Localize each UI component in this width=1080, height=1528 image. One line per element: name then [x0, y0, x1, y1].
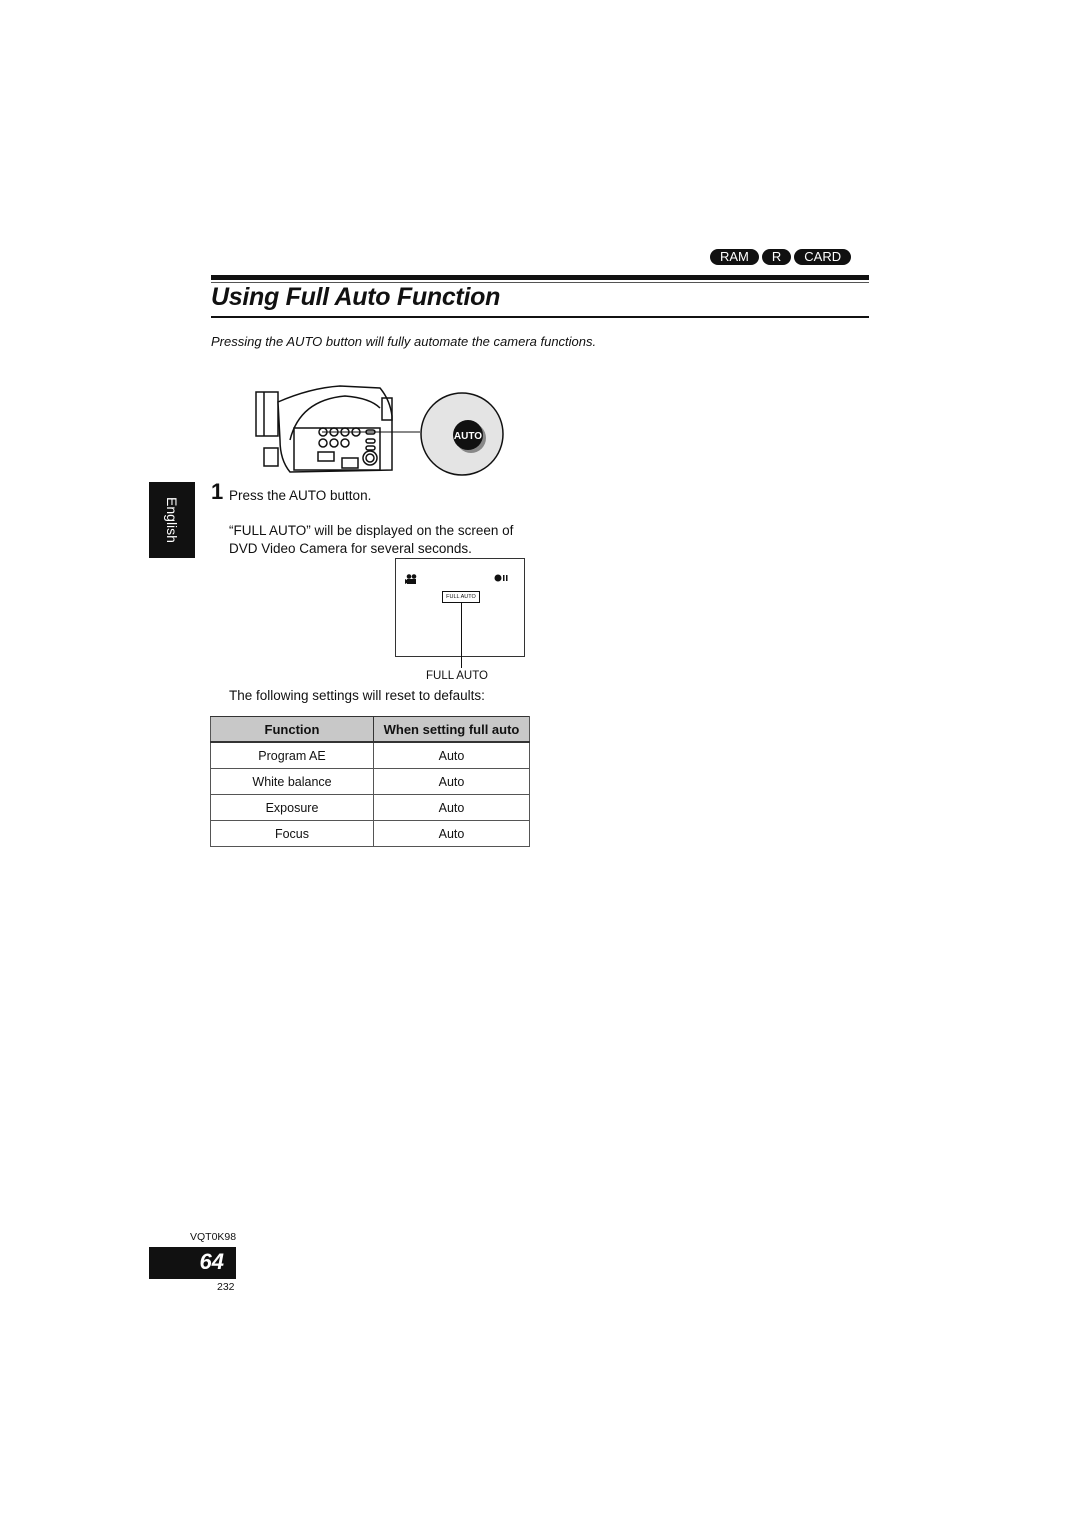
header-rule: [211, 275, 869, 280]
language-tab-label: English: [164, 497, 180, 543]
callout-label: FULL AUTO: [426, 670, 488, 682]
step-note: “FULL AUTO” will be displayed on the scr…: [229, 523, 514, 556]
record-pause-icon: [494, 574, 508, 582]
cell-value: Auto: [373, 768, 530, 795]
cell-function: Program AE: [210, 741, 374, 769]
settings-table: Function When setting full auto Program …: [210, 716, 530, 847]
cell-function: Focus: [210, 820, 374, 847]
cell-value: Auto: [373, 794, 530, 821]
badge-card: CARD: [794, 249, 852, 265]
sub-page-number: 232: [217, 1281, 235, 1293]
page-title: Using Full Auto Function: [211, 283, 501, 311]
auto-button-label: AUTO: [454, 431, 482, 442]
table-row: Exposure Auto: [210, 794, 530, 821]
document-code: VQT0K98: [190, 1231, 237, 1243]
table-row: White balance Auto: [210, 768, 530, 795]
table-row: Program AE Auto: [210, 741, 530, 769]
table-row: Focus Auto: [210, 820, 530, 847]
step-number: 1: [211, 479, 224, 504]
auto-button-magnified: AUTO: [420, 392, 504, 476]
step-text: Press the AUTO button.: [229, 488, 372, 503]
page-number: 64: [199, 1249, 224, 1274]
defaults-intro: The following settings will reset to def…: [229, 688, 485, 703]
column-header-function: Function: [210, 716, 374, 743]
badge-ram: RAM: [710, 249, 759, 265]
table-header-row: Function When setting full auto: [210, 716, 530, 743]
full-auto-indicator: FULL AUTO: [442, 591, 480, 603]
cell-value: Auto: [373, 741, 530, 769]
movie-camera-icon: [405, 574, 417, 584]
column-header-full-auto: When setting full auto: [373, 716, 530, 743]
cell-function: Exposure: [210, 794, 374, 821]
title-underline: [211, 316, 869, 318]
cell-function: White balance: [210, 768, 374, 795]
language-tab: English: [149, 482, 195, 558]
badge-r: R: [761, 249, 792, 265]
page-number-box: 64: [149, 1247, 236, 1279]
media-badges: RAM R CARD: [710, 249, 852, 265]
cell-value: Auto: [373, 820, 530, 847]
callout-line: [461, 603, 462, 668]
page-subtitle: Pressing the AUTO button will fully auto…: [211, 334, 597, 349]
